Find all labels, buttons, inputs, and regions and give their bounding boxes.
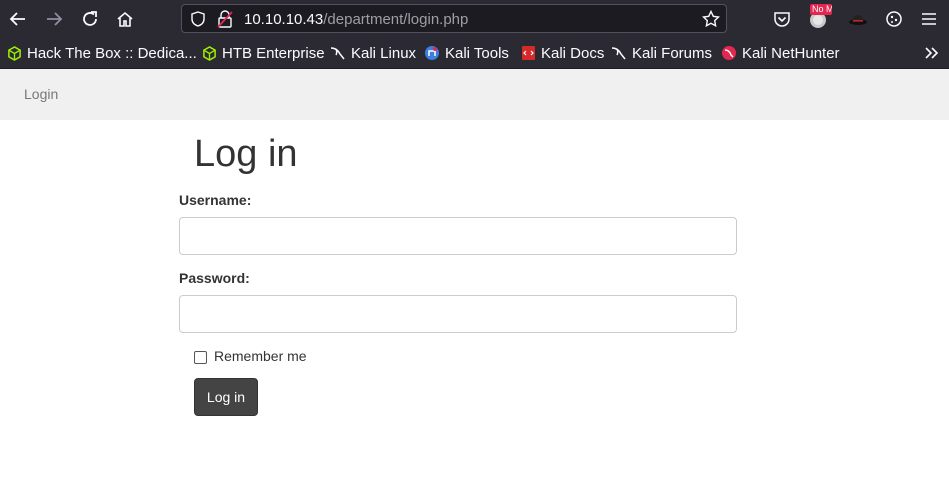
username-input[interactable] bbox=[179, 217, 737, 255]
url-text[interactable]: 10.10.10.43/department/login.php bbox=[244, 11, 468, 28]
reload-button[interactable] bbox=[78, 7, 102, 31]
bookmark-htb-enterprise[interactable]: HTB Enterprise bbox=[201, 44, 325, 62]
hat-extension-button[interactable] bbox=[846, 7, 870, 31]
remember-me-row[interactable]: Remember me bbox=[194, 348, 307, 364]
remember-me-label: Remember me bbox=[214, 348, 307, 364]
bookmark-kali-nethunter[interactable]: Kali NetHunter bbox=[721, 44, 840, 62]
bookmark-kali-docs[interactable]: Kali Docs bbox=[520, 44, 604, 62]
kali-tools-icon bbox=[424, 45, 440, 61]
bookmark-kali-linux[interactable]: Kali Linux bbox=[330, 44, 416, 62]
username-label: Username: bbox=[179, 192, 252, 208]
extension-badge: No M bbox=[810, 4, 832, 15]
bookmark-kali-tools[interactable]: Kali Tools bbox=[424, 44, 509, 62]
menu-button[interactable] bbox=[917, 7, 941, 31]
nethunter-icon bbox=[721, 45, 737, 61]
cookie-extension-button[interactable] bbox=[882, 7, 906, 31]
bookmarks-overflow-button[interactable] bbox=[924, 44, 940, 62]
shield-icon bbox=[191, 11, 205, 27]
bookmark-label: Kali Linux bbox=[351, 44, 417, 62]
insecure-lock-icon[interactable] bbox=[217, 10, 233, 28]
bookmark-label: Kali Tools bbox=[445, 44, 509, 62]
kali-dragon-icon bbox=[611, 45, 627, 61]
home-icon bbox=[117, 11, 133, 27]
remember-me-checkbox[interactable] bbox=[194, 351, 207, 364]
hamburger-menu-icon bbox=[922, 13, 936, 25]
site-navbar: Login bbox=[0, 69, 949, 120]
cookie-icon bbox=[886, 11, 902, 27]
url-host: 10.10.10.43 bbox=[244, 11, 324, 28]
bookmark-label: Kali NetHunter bbox=[742, 44, 840, 62]
page-title: Log in bbox=[194, 133, 298, 175]
htb-cube-icon bbox=[201, 45, 217, 61]
bookmark-kali-forums[interactable]: Kali Forums bbox=[611, 44, 712, 62]
extension-button[interactable]: No M bbox=[806, 4, 832, 31]
kali-dragon-icon bbox=[330, 45, 346, 61]
chevron-double-right-icon bbox=[925, 47, 939, 59]
bookmark-hack-the-box[interactable]: Hack The Box :: Dedica... bbox=[6, 44, 197, 62]
pocket-button[interactable] bbox=[770, 7, 794, 31]
bookmark-label: Kali Docs bbox=[541, 44, 605, 62]
bookmark-label: Kali Forums bbox=[632, 44, 713, 62]
url-bar[interactable]: 10.10.10.43/department/login.php bbox=[181, 4, 727, 33]
login-submit-button[interactable]: Log in bbox=[194, 378, 258, 416]
bookmarks-bar: Hack The Box :: Dedica... HTB Enterprise… bbox=[0, 38, 949, 69]
browser-toolbar: 10.10.10.43/department/login.php No M bbox=[0, 0, 949, 38]
home-button[interactable] bbox=[113, 7, 137, 31]
pocket-icon bbox=[774, 12, 790, 27]
arrow-right-icon bbox=[47, 12, 63, 26]
htb-cube-icon bbox=[6, 45, 22, 61]
arrow-left-icon bbox=[9, 12, 25, 26]
bookmark-label: Hack The Box :: Dedica... bbox=[27, 44, 197, 62]
nav-login-link[interactable]: Login bbox=[24, 86, 58, 102]
back-button[interactable] bbox=[6, 7, 30, 31]
forward-button[interactable] bbox=[42, 7, 66, 31]
reload-icon bbox=[83, 11, 97, 26]
fedora-hat-icon bbox=[849, 15, 867, 25]
password-label: Password: bbox=[179, 270, 250, 286]
url-path: /department/login.php bbox=[323, 11, 469, 28]
password-input[interactable] bbox=[179, 295, 737, 333]
kali-docs-icon bbox=[520, 45, 536, 61]
bookmark-star-icon[interactable] bbox=[702, 10, 720, 28]
bookmark-label: HTB Enterprise bbox=[222, 44, 325, 62]
